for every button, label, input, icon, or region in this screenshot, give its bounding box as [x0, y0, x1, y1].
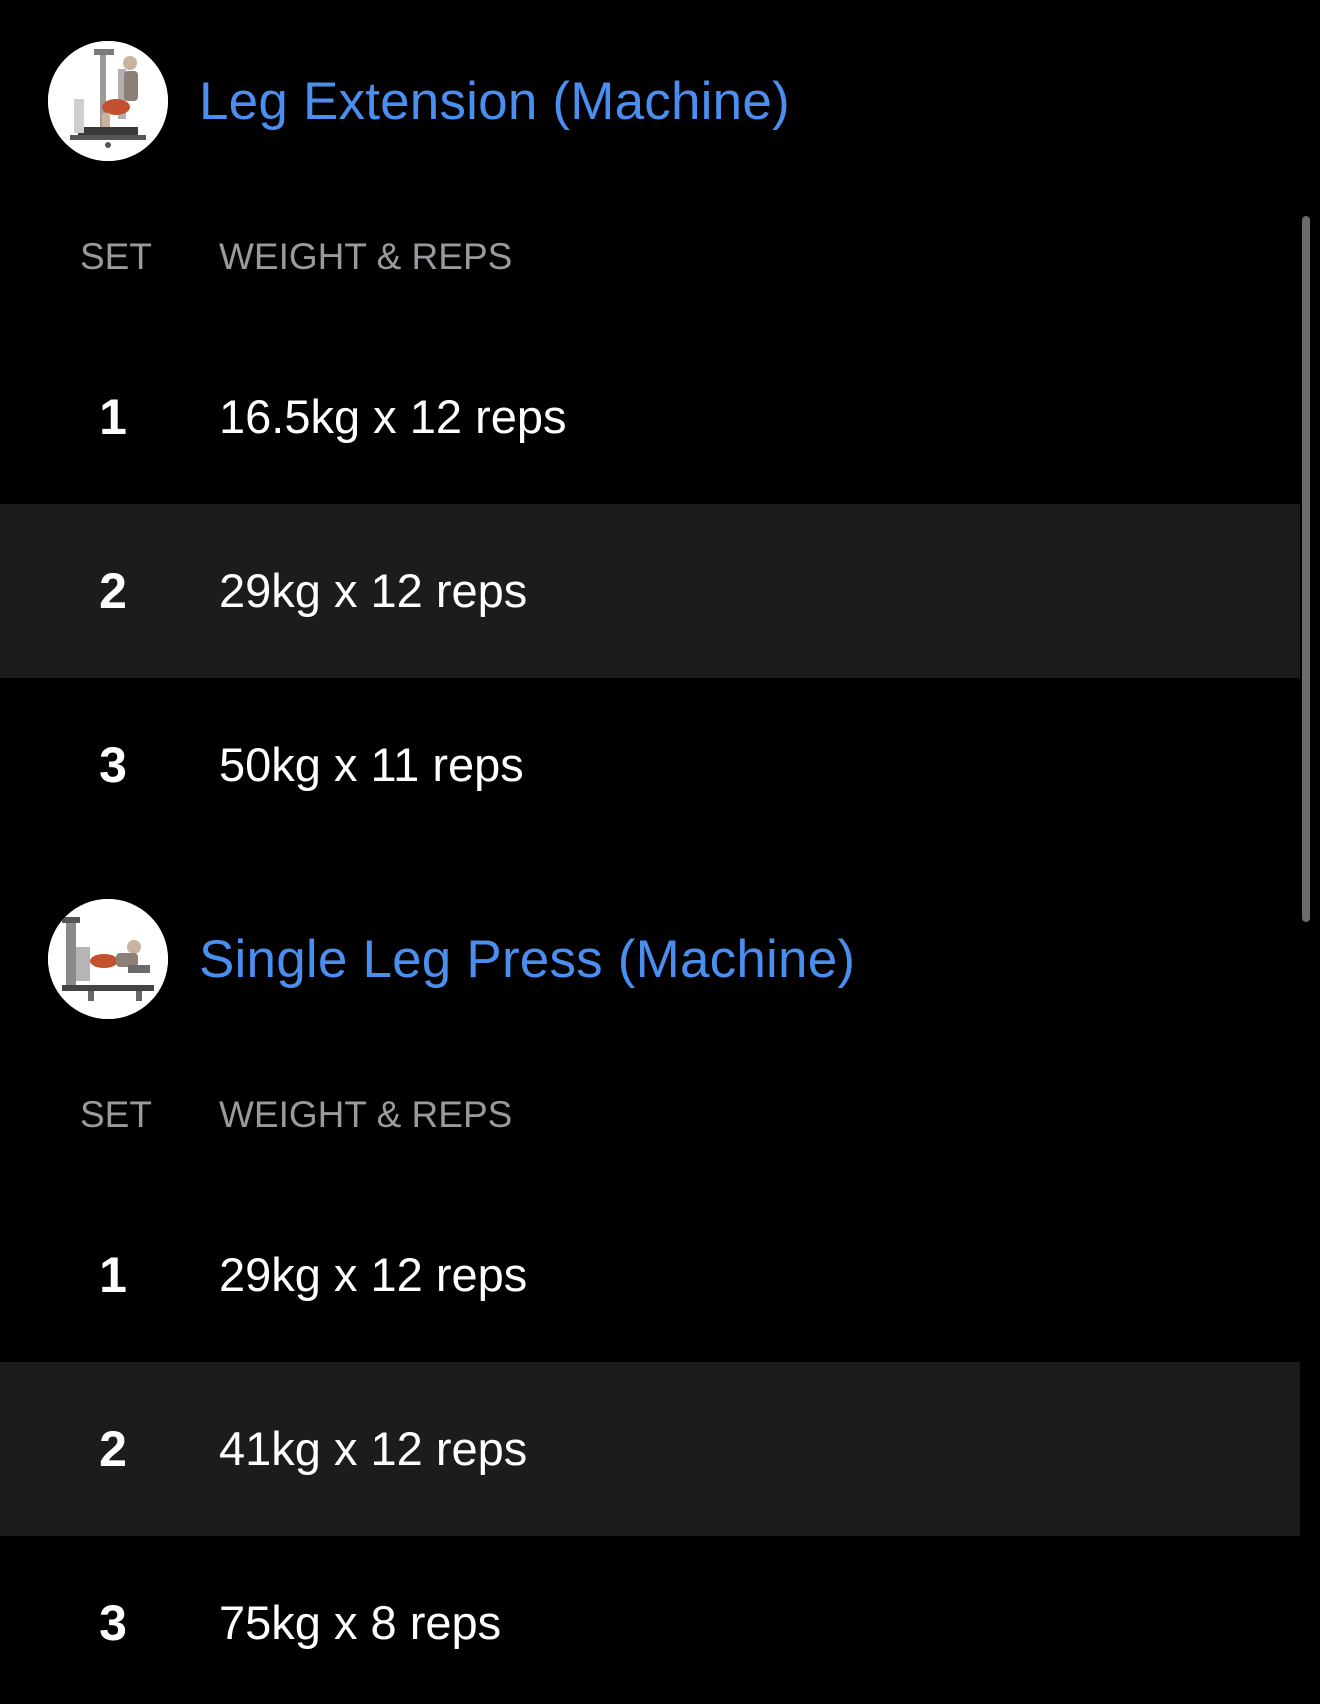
leg-press-machine-icon[interactable] [48, 899, 168, 1019]
exercise-header[interactable]: Leg Extension (Machine) [0, 41, 1300, 161]
vertical-scrollbar[interactable] [1302, 216, 1310, 922]
set-weight-reps: 41kg x 12 reps [219, 1422, 528, 1475]
set-row: 3 50kg x 11 reps [0, 678, 1300, 852]
workout-detail-page: Leg Extension (Machine) SET WEIGHT & REP… [0, 0, 1320, 1704]
exercise-title[interactable]: Single Leg Press (Machine) [199, 929, 855, 990]
exercise-title[interactable]: Leg Extension (Machine) [199, 71, 790, 132]
set-number: 2 [99, 563, 127, 619]
set-row: 3 75kg x 8 reps [0, 1536, 1300, 1704]
set-column-header: SET [80, 236, 152, 277]
set-number: 1 [99, 389, 127, 445]
leg-extension-machine-icon[interactable] [48, 41, 168, 161]
set-row: 2 29kg x 12 reps [0, 504, 1300, 678]
set-weight-reps: 16.5kg x 12 reps [219, 390, 567, 443]
set-row: 1 29kg x 12 reps [0, 1188, 1300, 1362]
set-weight-reps: 29kg x 12 reps [219, 1248, 528, 1301]
set-number: 1 [99, 1247, 127, 1303]
set-number: 2 [99, 1421, 127, 1477]
set-number: 3 [99, 1595, 127, 1651]
set-row: 1 16.5kg x 12 reps [0, 330, 1300, 504]
exercise-header[interactable]: Single Leg Press (Machine) [0, 899, 1300, 1019]
set-row: 2 41kg x 12 reps [0, 1362, 1300, 1536]
set-weight-reps: 75kg x 8 reps [219, 1596, 502, 1649]
set-weight-reps: 29kg x 12 reps [219, 564, 528, 617]
weight-reps-column-header: WEIGHT & REPS [219, 1094, 513, 1135]
set-column-header: SET [80, 1094, 152, 1135]
set-number: 3 [99, 737, 127, 793]
weight-reps-column-header: WEIGHT & REPS [219, 236, 513, 277]
set-weight-reps: 50kg x 11 reps [219, 738, 524, 791]
